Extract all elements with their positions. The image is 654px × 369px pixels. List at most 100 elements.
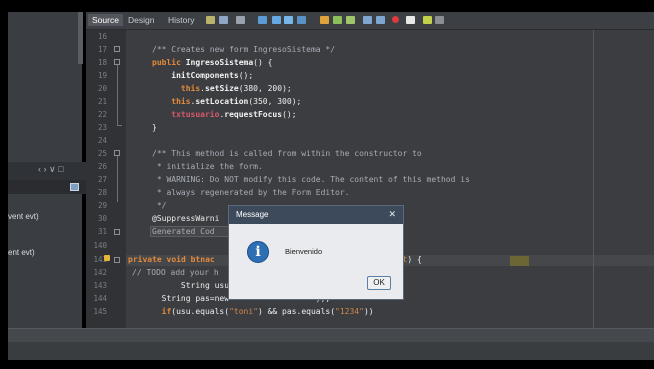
stop-macro-icon[interactable] xyxy=(406,16,415,24)
code-token: } xyxy=(152,123,157,132)
code-token: ) && pas.equals( xyxy=(257,307,336,316)
code-token: setSize xyxy=(205,84,239,93)
toggle-highlight-icon[interactable] xyxy=(320,16,329,24)
code-token: txtusuario xyxy=(152,110,220,119)
grid-view-icon[interactable] xyxy=(70,183,79,191)
navigator-scrollbar[interactable] xyxy=(78,12,83,64)
code-token: this xyxy=(152,97,191,106)
code-token: (usu.equals( xyxy=(171,307,230,316)
code-line: } xyxy=(152,123,157,133)
code-token: this xyxy=(152,84,201,93)
tab-source[interactable]: Source xyxy=(88,14,123,26)
line-number: 30 xyxy=(97,214,107,223)
find-previous-icon[interactable] xyxy=(272,16,281,24)
line-number: 31 xyxy=(97,227,107,236)
line-number: 21 xyxy=(97,97,107,106)
find-icon[interactable] xyxy=(258,16,267,24)
code-line: @SuppressWarni xyxy=(152,214,219,224)
code-line: * WARNING: Do NOT modify this code. The … xyxy=(152,175,470,185)
line-number: 24 xyxy=(97,136,107,145)
toggle-rectangle-icon[interactable] xyxy=(333,16,342,24)
code-token: /** Creates new form IngresoSistema */ xyxy=(152,45,336,54)
uncomment-icon[interactable] xyxy=(435,16,444,24)
line-number-gutter: 16 17 18 19 20 21 22 23 24 25 26 27 28 2… xyxy=(86,30,126,328)
hint-bulb-icon[interactable] xyxy=(104,255,110,261)
code-line: String usu xyxy=(152,281,229,291)
code-line: // TODO add your h xyxy=(132,268,219,278)
right-margin-line xyxy=(593,30,594,328)
comment-icon[interactable] xyxy=(423,16,432,24)
previous-bookmark-icon[interactable] xyxy=(346,16,355,24)
dialog-title: Message xyxy=(236,210,269,219)
shift-left-icon[interactable] xyxy=(363,16,372,24)
line-number: 144 xyxy=(93,294,107,303)
find-next-icon[interactable] xyxy=(284,16,293,24)
code-token: if xyxy=(152,307,172,316)
code-line: txtusuario.requestFocus(); xyxy=(152,110,296,120)
line-number: 27 xyxy=(97,175,107,184)
close-icon[interactable]: ✕ xyxy=(388,209,396,220)
line-number: 145 xyxy=(93,307,107,316)
code-token: (380, 200); xyxy=(238,84,292,93)
information-icon: i xyxy=(247,241,269,263)
tab-history[interactable]: History xyxy=(168,15,194,25)
navigator-panel: ‹ › ∨ □ vent evt) ent evt) xyxy=(8,12,90,332)
code-token: setLocation xyxy=(195,97,249,106)
dialog-message: Bienvenido xyxy=(285,247,323,256)
dialog-body: i Bienvenido OK xyxy=(229,224,403,299)
code-token: Generated Cod xyxy=(152,227,215,236)
find-selection-icon[interactable] xyxy=(297,16,306,24)
message-dialog: Message ✕ i Bienvenido OK xyxy=(228,205,404,300)
start-macro-icon[interactable] xyxy=(392,16,399,23)
fold-toggle-icon[interactable] xyxy=(114,46,120,52)
code-line: public IngresoSistema() { xyxy=(152,58,272,68)
code-line: this.setSize(380, 200); xyxy=(152,84,292,94)
last-edit-icon[interactable] xyxy=(206,16,215,24)
line-number: 19 xyxy=(97,71,107,80)
output-bar xyxy=(8,342,654,360)
event-handler-item[interactable]: ent evt) xyxy=(8,248,35,257)
code-token: "1234" xyxy=(335,307,364,316)
line-number: 16 xyxy=(97,32,107,41)
code-token: private void btnac xyxy=(128,255,215,264)
code-line: /** This method is called from within th… xyxy=(152,149,422,159)
code-token: "toni" xyxy=(229,307,258,316)
tab-design[interactable]: Design xyxy=(128,15,154,25)
line-number: 142 xyxy=(93,268,107,277)
editor-toolbar: Source Design History xyxy=(86,12,654,30)
code-line: initComponents(); xyxy=(152,71,253,81)
code-token: /** This method is called from within th… xyxy=(152,149,422,158)
fold-guide xyxy=(117,65,118,125)
code-line: * initialize the form. xyxy=(152,162,263,172)
code-line: */ xyxy=(152,201,167,211)
code-token: ) { xyxy=(407,255,422,264)
line-number: 140 xyxy=(93,241,107,250)
navigator-controls[interactable]: ‹ › ∨ □ xyxy=(38,164,64,175)
event-handler-item[interactable]: vent evt) xyxy=(8,212,39,221)
line-number: 25 xyxy=(97,149,107,158)
ide-screenshot: ‹ › ∨ □ vent evt) ent evt) Source Design… xyxy=(0,0,654,369)
fold-guide xyxy=(117,156,118,202)
code-token: String pas=new xyxy=(152,294,230,303)
line-number: 18 xyxy=(97,58,107,67)
line-number: 28 xyxy=(97,188,107,197)
fold-toggle-icon[interactable] xyxy=(114,257,120,263)
code-line: Generated Cod xyxy=(152,227,215,237)
shift-right-icon[interactable] xyxy=(376,16,385,24)
dialog-titlebar[interactable]: Message ✕ xyxy=(229,206,403,224)
code-token: @SuppressWarni xyxy=(152,214,220,223)
back-icon[interactable] xyxy=(219,16,228,24)
code-token: (350, 300); xyxy=(248,97,302,106)
line-number: 26 xyxy=(97,162,107,171)
code-token: public xyxy=(152,58,186,67)
code-token: IngresoSistema xyxy=(185,58,254,67)
occurrence-highlight xyxy=(510,256,529,266)
code-token: )) xyxy=(363,307,374,316)
ok-button[interactable]: OK xyxy=(367,276,391,290)
code-token: initComponents xyxy=(152,71,239,80)
expand-toggle-icon[interactable] xyxy=(114,229,120,235)
forward-icon[interactable] xyxy=(236,16,245,24)
code-line: if(usu.equals("toni") && pas.equals("123… xyxy=(152,307,374,317)
code-token: * always regenerated by the Form Editor. xyxy=(152,188,350,197)
line-number: 29 xyxy=(97,201,107,210)
